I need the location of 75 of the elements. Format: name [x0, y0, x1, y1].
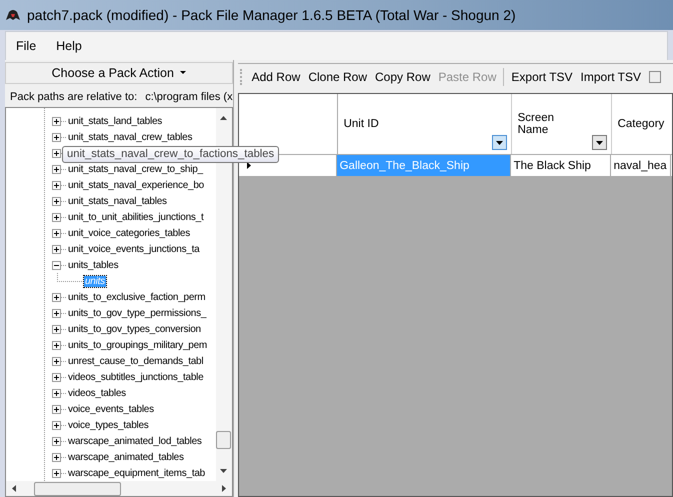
tree-item[interactable]: unit_voice_events_junctions_ta [67, 244, 200, 254]
filter-dropdown[interactable] [592, 135, 607, 150]
caret-icon [496, 140, 503, 144]
tree-item[interactable]: videos_tables [67, 388, 127, 398]
table-cell[interactable]: naval_hea [610, 155, 671, 176]
expander-icon[interactable] [52, 132, 61, 142]
paths-label: Pack paths are relative to: [10, 91, 138, 103]
expander-icon[interactable] [52, 260, 61, 270]
expander-icon[interactable] [52, 244, 61, 254]
down-arrow-icon[interactable] [220, 469, 228, 473]
column-header[interactable]: Screen Name [512, 94, 612, 154]
tree-item[interactable]: units_to_groupings_military_pem [67, 340, 208, 350]
right-arrow-icon[interactable] [222, 485, 226, 492]
menu-item[interactable]: Help [46, 39, 92, 53]
expander-icon[interactable] [52, 196, 61, 206]
scrollbar-thumb[interactable] [216, 431, 232, 449]
expander-icon[interactable] [52, 164, 61, 174]
tree-item[interactable]: units_tables [67, 260, 120, 270]
tree-item[interactable]: unit_stats_naval_crew_tables [67, 132, 194, 142]
caret-icon [596, 140, 603, 144]
expander-icon[interactable] [52, 420, 61, 430]
tree-item[interactable]: unit_stats_land_tables [67, 116, 164, 126]
tree-item[interactable]: unit_stats_naval_tables [67, 196, 168, 206]
caret-icon [180, 71, 186, 75]
tree-item[interactable]: unit_stats_naval_crew_to_ship_ [67, 164, 204, 174]
expander-icon[interactable] [52, 404, 61, 414]
expander-icon[interactable] [52, 436, 61, 446]
tree-item[interactable]: voice_events_tables [67, 404, 155, 414]
menu-item[interactable]: File [6, 39, 46, 53]
toolbar-button[interactable]: Export TSV [507, 70, 577, 84]
tree-item[interactable]: warscape_animated_lod_tables [67, 436, 203, 446]
scrollbar-thumb[interactable] [34, 482, 121, 496]
checkbox[interactable] [649, 71, 662, 83]
tree-item[interactable]: warscape_animated_tables [67, 452, 185, 462]
tooltip: unit_stats_naval_crew_to_factions_tables [62, 146, 280, 163]
expander-icon[interactable] [52, 292, 61, 302]
horizontal-scrollbar[interactable] [6, 481, 232, 496]
toolbar-button[interactable]: Copy Row [371, 70, 434, 84]
current-row-icon [246, 162, 251, 169]
expander-icon[interactable] [52, 388, 61, 398]
column-header[interactable]: Unit ID [338, 94, 512, 154]
paths-value: c:\program files (x [145, 91, 233, 103]
tree-item[interactable]: unit_voice_categories_tables [67, 228, 191, 238]
toolbar-button[interactable]: Add Row [248, 70, 304, 84]
left-arrow-icon[interactable] [12, 485, 16, 492]
expander-icon[interactable] [52, 116, 61, 126]
expander-icon[interactable] [52, 340, 61, 350]
helmet-icon [5, 8, 21, 22]
tree-item[interactable]: videos_subtitles_junctions_table [67, 372, 204, 382]
tree-item[interactable]: units_to_exclusive_faction_perm [67, 292, 206, 302]
expander-icon[interactable] [52, 468, 61, 478]
tree-item[interactable]: voice_types_tables [67, 420, 150, 430]
expander-icon[interactable] [52, 228, 61, 238]
tree-item[interactable]: unrest_cause_to_demands_tabl [67, 356, 204, 366]
expander-icon[interactable] [52, 308, 61, 318]
column-header[interactable]: Category [612, 94, 672, 154]
table-cell[interactable]: The Black Ship [510, 155, 611, 176]
expander-icon[interactable] [52, 372, 61, 382]
up-arrow-icon[interactable] [220, 116, 228, 120]
filter-dropdown[interactable] [492, 135, 507, 150]
expander-icon[interactable] [52, 324, 61, 334]
expander-icon[interactable] [52, 212, 61, 222]
window-title: patch7.pack (modified) - Pack File Manager 1.6.5 BETA (Total War - Shogun 2) [27, 7, 516, 23]
tree-item[interactable]: units_to_gov_type_permissions_ [67, 308, 208, 318]
toolbar-button[interactable]: Import TSV [576, 70, 646, 84]
tree-item[interactable]: unit_stats_naval_experience_bo [67, 180, 205, 190]
pack-action-dropdown[interactable]: Choose a Pack Action [5, 62, 233, 84]
expander-icon[interactable] [52, 356, 61, 366]
expander-icon[interactable] [52, 180, 61, 190]
expander-icon[interactable] [52, 452, 61, 462]
expander-icon[interactable] [52, 148, 61, 158]
tree-item[interactable]: unit_to_unit_abilities_junctions_t [67, 212, 204, 222]
toolbar-button[interactable]: Clone Row [304, 70, 372, 84]
tree-item[interactable]: warscape_equipment_items_tab [67, 468, 206, 478]
tree-item[interactable]: units_to_gov_types_conversion [67, 324, 202, 334]
